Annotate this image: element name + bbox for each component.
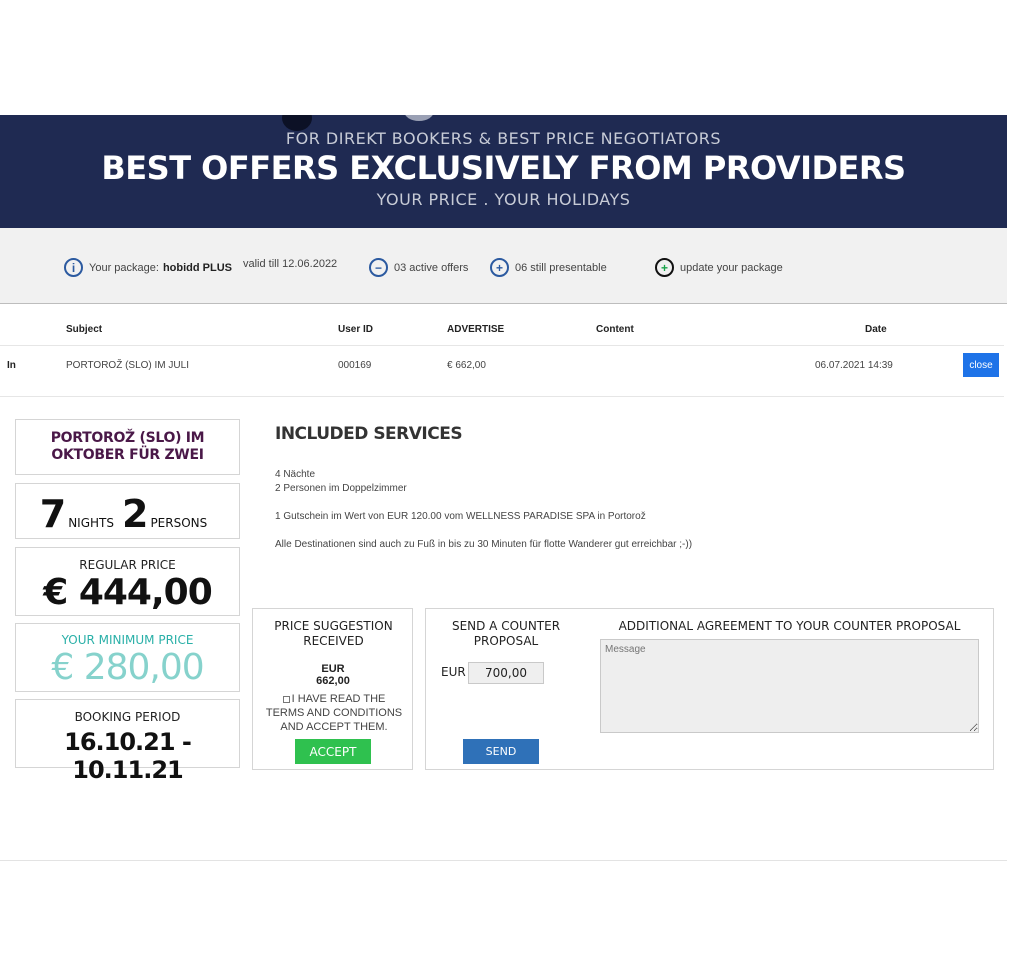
booking-period-label: BOOKING PERIOD	[74, 710, 181, 724]
service-item: Alle Destinationen sind auch zu Fuß in b…	[275, 539, 693, 550]
counter-proposal-title-line: SEND A COUNTER	[451, 619, 561, 633]
counter-price-input[interactable]	[468, 662, 544, 684]
send-button[interactable]: SEND	[463, 739, 539, 764]
col-header-advertise: ADVERTISE	[447, 324, 505, 335]
hero-title: BEST OFFERS EXCLUSIVELY FROM PROVIDERS	[101, 149, 906, 187]
terms-checkbox[interactable]	[282, 695, 290, 703]
offer-title-line: OKTOBER FÜR ZWEI	[51, 447, 204, 463]
still-presentable[interactable]: + 06 still presentable	[490, 258, 607, 277]
price-suggestion-title: PRICE SUGGESTION RECEIVED	[253, 619, 414, 649]
regular-price-label: REGULAR PRICE	[79, 558, 176, 572]
terms-checkbox-row[interactable]: I HAVE READ THE TERMS AND CONDITIONS AND…	[263, 692, 405, 734]
minus-circle-icon: −	[369, 258, 388, 277]
counter-proposal-title: SEND A COUNTER PROPOSAL	[438, 619, 574, 649]
booking-period: 16.10.21 - 10.11.21	[64, 728, 192, 784]
service-item: 4 Nächte	[275, 469, 316, 480]
col-header-user-id: User ID	[338, 324, 374, 335]
agreement-title: ADDITIONAL AGREEMENT TO YOUR COUNTER PRO…	[618, 619, 961, 633]
regular-price: € 444,00	[43, 572, 213, 613]
offer-title-box: PORTOROŽ (SLO) IM OKTOBER FÜR ZWEI	[15, 419, 240, 475]
price-suggestion-title-line: RECEIVED	[303, 634, 364, 648]
plus-circle-icon: +	[490, 258, 509, 277]
counter-proposal-panel: SEND A COUNTER PROPOSAL EUR SEND ADDITIO…	[425, 608, 994, 770]
update-package-link[interactable]: + update your package	[655, 258, 783, 277]
col-header-subject: Subject	[66, 324, 103, 335]
nights-persons-box: 7 NIGHTS 2 PERSONS	[15, 483, 240, 539]
persons-count: 2	[121, 492, 149, 536]
row-subject: PORTOROŽ (SLO) IM JULI	[66, 360, 189, 371]
footer-divider	[0, 860, 1007, 861]
booking-period-box: BOOKING PERIOD 16.10.21 - 10.11.21	[15, 699, 240, 784]
col-header-date: Date	[865, 324, 887, 335]
service-item: 1 Gutschein im Wert von EUR 120.00 vom W…	[275, 511, 646, 522]
table-divider	[0, 396, 1004, 397]
package-label: Your package:	[89, 261, 159, 274]
update-plus-icon: +	[655, 258, 674, 277]
package-name: hobidd PLUS	[162, 261, 232, 274]
row-user-id: 000169	[338, 360, 372, 371]
row-date: 06.07.2021 14:39	[815, 360, 893, 371]
price-suggestion-title-line: PRICE SUGGESTION	[274, 619, 393, 633]
row-direction: In	[7, 360, 16, 371]
suggested-amount: EUR 662,00	[316, 663, 350, 687]
currency-label: EUR	[441, 665, 466, 679]
valid-till-text: valid till 12.06.2022	[243, 258, 338, 270]
persons-label: PERSONS	[150, 516, 208, 530]
info-icon: i	[64, 258, 83, 277]
nights-persons: 7 NIGHTS 2 PERSONS	[16, 484, 239, 536]
nights-count: 7	[39, 492, 67, 536]
minimum-price: € 280,00	[51, 647, 204, 688]
message-textarea[interactable]	[600, 639, 979, 733]
minimum-price-box: YOUR MINIMUM PRICE € 280,00	[15, 623, 240, 692]
nights-label: NIGHTS	[68, 516, 114, 530]
col-header-content: Content	[596, 324, 634, 335]
package-info: i Your package: hobidd PLUS	[64, 258, 232, 277]
regular-price-box: REGULAR PRICE € 444,00	[15, 547, 240, 616]
hero-subtitle: FOR DIREKT BOOKERS & BEST PRICE NEGOTIAT…	[285, 129, 722, 148]
close-button[interactable]: close	[963, 353, 999, 377]
package-validity: valid till 12.06.2022	[243, 258, 337, 270]
package-info-bar: i Your package: hobidd PLUS valid till 1…	[0, 228, 1007, 304]
counter-proposal-title-line: PROPOSAL	[473, 634, 539, 648]
active-offers[interactable]: − 03 active offers	[369, 258, 468, 277]
offer-title: PORTOROŽ (SLO) IM OKTOBER FÜR ZWEI	[16, 420, 239, 464]
update-package-text: update your package	[680, 261, 783, 274]
minimum-price-label: YOUR MINIMUM PRICE	[61, 633, 194, 647]
table-divider	[0, 345, 1004, 346]
active-offers-text: 03 active offers	[394, 261, 469, 274]
service-item: 2 Personen im Doppelzimmer	[275, 483, 407, 494]
still-presentable-text: 06 still presentable	[515, 261, 607, 274]
hero-decoration	[404, 115, 434, 121]
hero-tagline: YOUR PRICE . YOUR HOLIDAYS	[376, 190, 631, 209]
offer-title-line: PORTOROŽ (SLO) IM	[50, 430, 205, 446]
row-advertise: € 662,00	[447, 360, 486, 371]
price-suggestion-panel: PRICE SUGGESTION RECEIVED EUR 662,00 I H…	[252, 608, 413, 770]
hero-banner: FOR DIREKT BOOKERS & BEST PRICE NEGOTIAT…	[0, 115, 1007, 228]
included-services-title: INCLUDED SERVICES	[275, 424, 463, 444]
accept-button[interactable]: ACCEPT	[295, 739, 371, 764]
